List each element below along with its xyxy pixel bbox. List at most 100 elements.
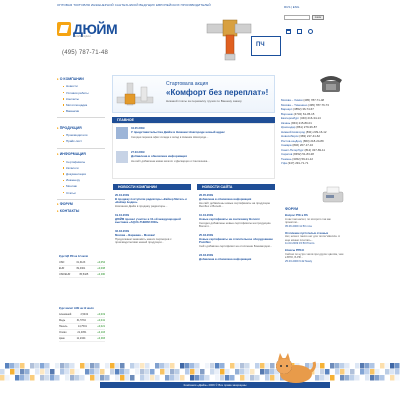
news-title[interactable]: Добавлена в обновлена информация [199,257,273,261]
news-thumbnail [116,127,128,139]
forum-title[interactable]: ФОРУМ [285,207,345,211]
forum-meta: 25.03.2009 9:42 Nasty [285,259,313,263]
news-title[interactable]: ДЮЙМ провел участие в 10-ой международно… [115,217,189,225]
nav-section-contacts[interactable]: КОНТАКТЫ [57,209,105,213]
forum-meta: 11.03.2009 15:50 Pronto [285,242,315,245]
footer-tile [45,369,50,375]
header-tagline: ОПТОВАЯ ТОРГОВЛЯ ИНЖЕНЕРНОЙ САНТЕХНИКОЙ … [57,3,211,7]
search-input[interactable] [284,15,310,20]
nav-section-company[interactable]: О КОМПАНИИ [57,77,105,81]
nav-section-forum[interactable]: ФОРУМ [57,202,105,206]
city-name[interactable]: Москва – Тимонино [281,103,307,107]
footer-tile [160,363,165,369]
city-name[interactable]: Санкт-Петербург [281,148,304,152]
rate-metal: Медь [59,319,66,323]
news-text: Компания Дюйм в продажу радиаторы... [115,204,168,209]
footer-tile [330,375,335,381]
news-item[interactable]: 19.04.2009 ДЮЙМ провел участие в 10-ой м… [115,213,189,225]
footer-tile [370,369,375,375]
nav-products-list: Производители Прайс-лист [57,132,105,144]
forum-item[interactable]: Отопление пустотелых стенных Нет, ничего… [285,232,345,246]
forum-item[interactable]: Клаcсы PPR-K Сейчас по нутро чатов при д… [285,249,345,263]
nav-item-vacancies[interactable]: Вакансии [57,108,105,114]
divider [57,198,105,200]
city-phone: (812) 327-69-11 [304,147,325,152]
footer-tile [20,375,25,381]
footer-tile [215,369,220,375]
main-news-item[interactable]: 04.05.2009 У представительства Дюйм в Ни… [116,127,272,146]
rate-value: 2,5432 [80,313,89,317]
footer-tile [25,369,30,375]
promo-banner[interactable]: Стартовала акция «Комфорт без переплат»!… [112,75,275,113]
footer-tile [55,375,60,381]
news-item[interactable]: 02.03.2009 Москва – Варшава – Москва! Пр… [115,229,189,245]
city-name[interactable]: Саратов [281,152,292,156]
nav-item-articles[interactable]: Статьи [57,190,105,196]
divider [57,117,105,118]
language-switcher[interactable]: RUS | ENG [284,5,299,10]
footer-tile [90,363,95,369]
footer-tile [230,375,235,381]
news-item[interactable]: 10.04.2009 Новые сертификаты на сантехни… [199,213,273,229]
footer-tile [20,363,25,369]
footer-tile [225,375,230,381]
forum-widget: ФОРУМ Вопрос РУЕ в RS А как там насчет, … [285,207,345,267]
rate-change: +0,021 [97,325,105,329]
city-name[interactable]: Ростов-на-Дону [281,139,302,143]
city-name[interactable]: Екатеринбург [281,116,299,120]
footer-tile [100,375,105,381]
site-logo[interactable]: ДЮЙМ santehkomplekt [57,20,129,40]
news-item[interactable]: 26.05.2009 Добавлена в обновлена информа… [199,193,273,209]
footer-tile [245,375,250,381]
footer-tile [255,375,260,381]
footer-tile [115,375,120,381]
brand-emblem: ПЧ [251,36,281,56]
footer-tile [140,363,145,369]
rate-change: +0,003 [97,337,105,341]
footer-tile [40,369,45,375]
city-name[interactable]: Тюмень [281,157,291,161]
news-title[interactable]: Добавлена в обновлена информация [131,154,271,159]
city-name[interactable]: Москва – Химки [281,98,303,102]
nav-section-info[interactable]: ИНФОРМАЦИЯ [57,152,105,156]
footer-tile [95,363,100,369]
footer-tile [250,369,255,375]
news-item[interactable]: 23.03.2009 Добавлена в обновлена информа… [199,253,273,261]
footer-tile [330,363,335,369]
nav-item-price-list[interactable]: Прайс-лист [57,138,105,144]
sitemap-icon[interactable] [308,29,313,34]
footer-tile [185,363,190,369]
footer-tile [150,375,155,381]
mail-icon[interactable] [297,29,302,34]
city-name[interactable]: Нижний Новгород [281,130,305,134]
footer-tile [340,363,345,369]
footer-tile [125,369,130,375]
city-name[interactable]: Казань [281,121,290,125]
news-title[interactable]: У представительства Дюйм в Нижнем Новгор… [131,130,271,135]
rate-value: 11,2344 [76,337,86,341]
city-name[interactable]: Новосибирск [281,134,298,138]
search-button[interactable]: поиск [312,15,324,20]
footer-tile [65,369,70,375]
footer-tile [70,363,75,369]
rate-row: Цинк 11,2344 +0,003 [59,336,105,343]
footer-tile [60,369,65,375]
news-item[interactable]: 20.04.2009 В продажу поступили радиаторы… [115,193,189,209]
footer-tile [345,369,350,375]
forum-item[interactable]: Вопрос РУЕ в RS А как там насчет, по кот… [285,214,345,228]
city-name[interactable]: Воронеж [281,112,293,116]
main-news-item[interactable]: 27.03.2009 Добавлена в обновлена информа… [116,151,272,170]
city-name[interactable]: Краснодар [281,125,295,129]
city-name[interactable]: Барнаул [281,107,292,111]
nav-section-products[interactable]: ПРОДУКЦИЯ [57,126,105,130]
rate-metal: Цинк [59,337,65,341]
rate-value: 31,5734 [76,319,86,323]
rate-metal: Олово [59,331,67,335]
city-name[interactable]: Самара [281,143,292,147]
footer-tile [210,369,215,375]
city-name[interactable]: Уфа [281,161,287,165]
home-icon[interactable] [286,29,291,34]
footer-tile [365,369,370,375]
news-item[interactable]: 25.03.2009 Новые сертификаты на отопител… [199,233,273,249]
footer-tile [225,369,230,375]
